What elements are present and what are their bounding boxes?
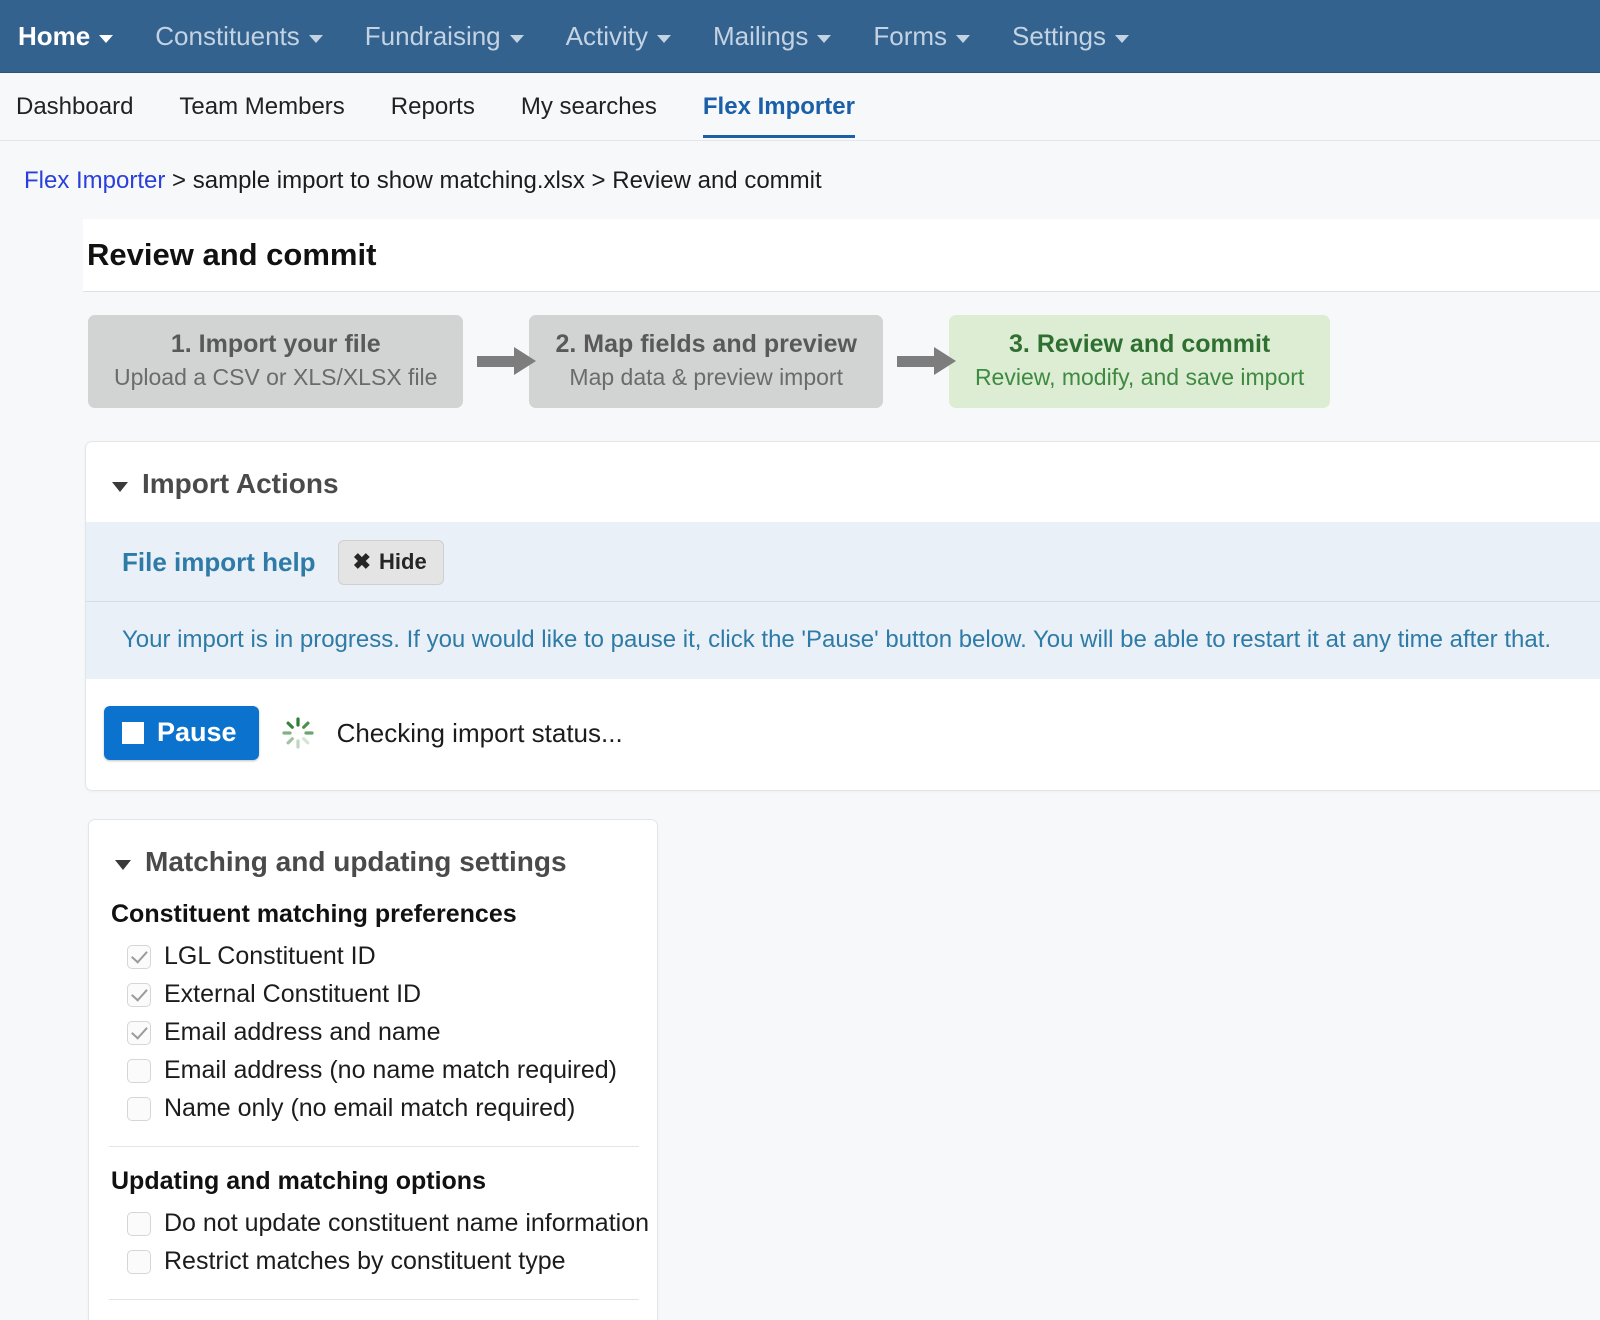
subnav-item-flex-importer[interactable]: Flex Importer [703, 93, 855, 138]
import-status-text: Checking import status... [337, 718, 623, 749]
breadcrumb-separator-1: > [165, 167, 192, 194]
settings-option-row[interactable]: Name only (no email match required) [111, 1090, 657, 1128]
primary-navigation-bar: Home Constituents Fundraising Activity Maili… [0, 0, 1600, 73]
wizard-step-title: 2. Map fields and preview [555, 330, 856, 359]
matching-settings-title: Matching and updating settings [145, 846, 567, 878]
import-wizard-steps: 1. Import your file Upload a CSV or XLS/X… [88, 292, 1600, 408]
matching-settings-card: Matching and updating settings Constitue… [88, 819, 658, 1320]
breadcrumb-link-flex-importer[interactable]: Flex Importer [24, 167, 165, 194]
settings-option-label: Name only (no email match required) [164, 1094, 575, 1123]
page-header-card: Review and commit [83, 219, 1600, 292]
breadcrumb-current-step: Review and commit [612, 167, 821, 194]
settings-option-row[interactable]: Do not update constituent name informati… [111, 1205, 657, 1243]
matching-settings-body: Constituent matching preferences LGL Cons… [89, 900, 657, 1320]
page-title: Review and commit [87, 237, 1600, 273]
nav-item-label: Constituents [155, 21, 300, 52]
secondary-navigation-bar: Dashboard Team Members Reports My searches F… [0, 73, 1600, 141]
settings-option-row[interactable]: Email address and name [111, 1014, 657, 1052]
arrow-right-icon [463, 356, 529, 367]
import-actions-card: Import Actions File import help ✖ Hide Y… [85, 441, 1600, 791]
file-import-help-link[interactable]: File import help [122, 547, 316, 578]
wizard-step-1[interactable]: 1. Import your file Upload a CSV or XLS/X… [88, 315, 463, 408]
settings-section: Updating and matching options Do not upda… [89, 1167, 657, 1281]
nav-item-settings[interactable]: Settings [1012, 21, 1129, 52]
loading-spinner-icon [281, 716, 315, 750]
nav-item-label: Activity [566, 21, 648, 52]
settings-option-row[interactable]: Restrict matches by constituent type [111, 1243, 657, 1281]
chevron-down-icon [1115, 35, 1129, 43]
subnav-item-my-searches[interactable]: My searches [521, 93, 657, 135]
subnav-item-dashboard[interactable]: Dashboard [16, 93, 133, 135]
breadcrumb-separator-2: > [585, 167, 612, 194]
settings-section-title: Updating and matching options [111, 1167, 657, 1196]
import-actions-header: Import Actions [86, 442, 1600, 522]
checkbox-checked[interactable] [127, 1021, 151, 1045]
stop-square-icon [122, 722, 144, 744]
nav-item-mailings[interactable]: Mailings [713, 21, 831, 52]
hide-button-label: Hide [379, 549, 427, 575]
alert-top-row: File import help ✖ Hide [86, 522, 1600, 601]
section-divider [109, 1299, 639, 1300]
chevron-down-icon[interactable] [112, 482, 128, 492]
settings-option-label: Email address and name [164, 1018, 441, 1047]
settings-option-label: Email address (no name match required) [164, 1056, 617, 1085]
import-actions-title: Import Actions [142, 468, 339, 500]
settings-section-title: Constituent matching preferences [111, 900, 657, 929]
settings-section: Constituent matching preferences LGL Cons… [89, 900, 657, 1128]
hide-help-button[interactable]: ✖ Hide [338, 540, 444, 585]
wizard-step-2[interactable]: 2. Map fields and preview Map data & prev… [529, 315, 882, 408]
chevron-down-icon [309, 35, 323, 43]
settings-option-label: LGL Constituent ID [164, 942, 376, 971]
checkbox-unchecked[interactable] [127, 1212, 151, 1236]
nav-item-forms[interactable]: Forms [873, 21, 970, 52]
chevron-down-icon [657, 35, 671, 43]
nav-item-label: Settings [1012, 21, 1106, 52]
arrow-shape [897, 356, 935, 367]
wizard-step-subtitle: Review, modify, and save import [975, 364, 1304, 391]
checkbox-unchecked[interactable] [127, 1250, 151, 1274]
chevron-down-icon[interactable] [115, 860, 131, 870]
alert-message: Your import is in progress. If you would… [86, 602, 1600, 679]
chevron-down-icon [99, 35, 113, 43]
checkbox-checked[interactable] [127, 945, 151, 969]
settings-option-label: Do not update constituent name informati… [164, 1209, 649, 1238]
checkbox-unchecked[interactable] [127, 1097, 151, 1121]
arrow-right-icon [883, 356, 949, 367]
nav-item-label: Home [18, 21, 90, 52]
nav-item-label: Fundraising [365, 21, 501, 52]
arrow-shape [477, 356, 515, 367]
breadcrumb-file-name: sample import to show matching.xlsx [193, 167, 585, 194]
breadcrumb: Flex Importer > sample import to show ma… [0, 141, 1600, 219]
subnav-item-team-members[interactable]: Team Members [179, 93, 344, 135]
section-divider [109, 1146, 639, 1147]
settings-option-label: External Constituent ID [164, 980, 421, 1009]
settings-option-row[interactable]: Email address (no name match required) [111, 1052, 657, 1090]
pause-control-row: Pause Checking import status... [86, 679, 1600, 760]
wizard-step-subtitle: Upload a CSV or XLS/XLSX file [114, 364, 437, 391]
nav-item-fundraising[interactable]: Fundraising [365, 21, 524, 52]
nav-item-label: Forms [873, 21, 947, 52]
settings-option-row[interactable]: External Constituent ID [111, 976, 657, 1014]
nav-item-activity[interactable]: Activity [566, 21, 671, 52]
wizard-step-3[interactable]: 3. Review and commit Review, modify, and … [949, 315, 1330, 408]
chevron-down-icon [817, 35, 831, 43]
wizard-step-subtitle: Map data & preview import [555, 364, 856, 391]
subnav-item-reports[interactable]: Reports [391, 93, 475, 135]
nav-item-home[interactable]: Home [18, 21, 113, 52]
chevron-down-icon [956, 35, 970, 43]
wizard-step-title: 1. Import your file [114, 330, 437, 359]
pause-button-label: Pause [157, 717, 237, 748]
nav-item-label: Mailings [713, 21, 808, 52]
wizard-step-title: 3. Review and commit [975, 330, 1304, 359]
matching-settings-header: Matching and updating settings [89, 820, 657, 900]
nav-item-constituents[interactable]: Constituents [155, 21, 323, 52]
close-icon: ✖ [353, 549, 371, 575]
chevron-down-icon [510, 35, 524, 43]
checkbox-unchecked[interactable] [127, 1059, 151, 1083]
settings-option-row[interactable]: LGL Constituent ID [111, 938, 657, 976]
import-status-alert: File import help ✖ Hide Your import is i… [86, 522, 1600, 679]
pause-button[interactable]: Pause [104, 706, 259, 760]
checkbox-checked[interactable] [127, 983, 151, 1007]
settings-option-label: Restrict matches by constituent type [164, 1247, 566, 1276]
